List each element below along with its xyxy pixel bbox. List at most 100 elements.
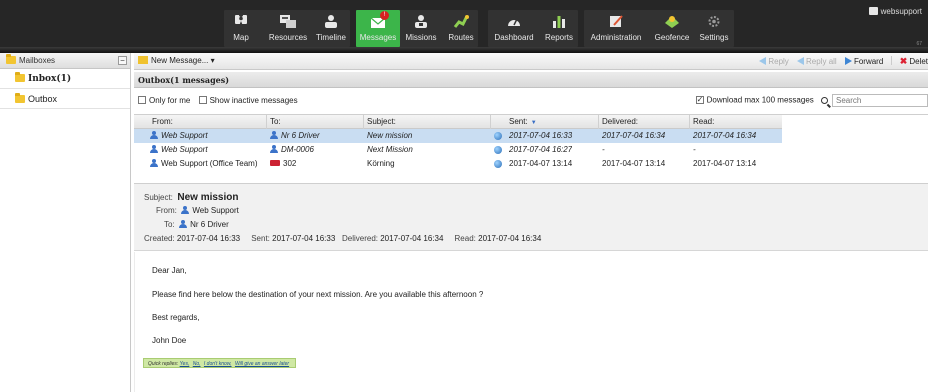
filter-bar: Only for me Show inactive messages Downl… [134, 91, 928, 111]
geofence-icon [665, 16, 679, 28]
reply-all-label: Reply all [806, 57, 837, 66]
user-menu[interactable]: websupport 67 [868, 7, 922, 47]
sent-value: 2017-07-04 16:33 [272, 234, 336, 243]
created-value: 2017-07-04 16:33 [176, 234, 241, 243]
download-max-label: Download max 100 messages [706, 95, 814, 105]
nav-label: Reports [544, 33, 573, 42]
delete-label: Delet [909, 57, 928, 66]
sent-header-label: Sent: [509, 117, 528, 126]
reply-all-icon [797, 57, 805, 65]
team-icon [150, 159, 158, 167]
folder-icon [6, 54, 16, 64]
sent-label: Sent: [251, 234, 270, 243]
nav-routes[interactable]: Routes [444, 10, 478, 47]
column-header-to[interactable]: To: [270, 115, 281, 129]
table-row[interactable]: Web Support Nr 6 Driver New mission 2017… [134, 129, 782, 143]
cell-read: 2017-04-07 13:14 [693, 159, 757, 168]
sidebar-item-label: Outbox [28, 94, 58, 104]
quick-reply-later[interactable]: Will give an answer later [235, 361, 289, 367]
quick-reply-no[interactable]: No, [193, 361, 201, 367]
only-for-me-checkbox[interactable] [138, 96, 146, 104]
download-max-checkbox[interactable] [695, 95, 704, 104]
show-inactive-checkbox[interactable] [198, 96, 207, 104]
table-row[interactable]: Web Support (Office Team) 302 Körning 20… [134, 157, 782, 171]
nav-group-analytics: Dashboard Reports [488, 10, 578, 47]
nav-map[interactable]: Map [224, 10, 258, 47]
unread-badge: ! [380, 11, 389, 20]
body-line-content: Please find here below the destination o… [152, 290, 484, 299]
from-label: From: [156, 206, 177, 215]
username: websupport [880, 7, 922, 16]
mailbox-sidebar: Mailboxes − Inbox(1) Outbox [0, 53, 131, 392]
read-label: Read: [454, 234, 476, 243]
delivered-value: 2017-07-04 16:34 [380, 234, 444, 243]
new-message-button[interactable]: New Message... ▾ [138, 56, 215, 65]
folder-icon [15, 93, 25, 103]
cell-subject: Körning [367, 159, 395, 168]
table-header-row: From: To: Subject: Sent: ▼ Delivered: Rea… [134, 115, 782, 129]
quick-reply-yes[interactable]: Yes, [180, 361, 190, 367]
sidebar-item-label: Inbox(1) [28, 74, 72, 84]
nav-label: Messages [359, 33, 397, 42]
delete-button[interactable]: ✖ Delet [900, 56, 928, 67]
nav-group-admin: Administration Geofence Settings [584, 10, 734, 47]
quick-replies-label: Quick replies: [148, 361, 179, 367]
nav-administration[interactable]: Administration [584, 10, 648, 47]
subject-value: New mission [177, 192, 239, 203]
nav-reports[interactable]: Reports [542, 10, 576, 47]
quick-reply-dont-know[interactable]: I don't know, [204, 361, 232, 367]
message-table: From: To: Subject: Sent: ▼ Delivered: Rea… [134, 114, 928, 184]
reply-button[interactable]: Reply [759, 57, 789, 66]
compose-icon [138, 56, 148, 64]
map-pin-icon [235, 13, 247, 29]
cell-sent: 2017-07-04 16:33 [509, 131, 573, 140]
sidebar-item-inbox[interactable]: Inbox(1) [0, 69, 130, 89]
created-label: Created: [144, 234, 175, 243]
cell-from: Web Support [150, 129, 208, 143]
nav-settings[interactable]: Settings [696, 10, 732, 47]
column-header-from[interactable]: From: [152, 115, 173, 129]
nav-geofence[interactable]: Geofence [650, 10, 694, 47]
vehicle-icon [270, 160, 280, 166]
only-for-me-label: Only for me [149, 96, 191, 105]
column-divider [598, 115, 599, 129]
forward-button[interactable]: Forward [844, 57, 883, 66]
message-toolbar: New Message... ▾ Reply Reply all Forward… [134, 53, 928, 70]
nav-label: Administration [590, 33, 642, 42]
sidebar-item-outbox[interactable]: Outbox [0, 89, 130, 109]
resources-icon [280, 15, 296, 28]
nav-label: Dashboard [494, 33, 534, 42]
nav-messages[interactable]: ! Messages [356, 10, 400, 47]
delete-icon: ✖ [899, 56, 908, 66]
column-header-subject[interactable]: Subject: [367, 115, 396, 129]
collapse-icon[interactable]: − [118, 56, 127, 65]
cell-from: Web Support [150, 143, 208, 157]
nav-timeline[interactable]: Timeline [312, 10, 350, 47]
cell-delivered: - [602, 145, 605, 154]
column-header-delivered[interactable]: Delivered: [602, 115, 638, 129]
globe-icon [494, 132, 502, 140]
cell-to: 302 [270, 157, 296, 171]
reply-all-button[interactable]: Reply all [797, 57, 837, 66]
admin-icon [610, 15, 623, 27]
cell-delivered: 2017-04-07 13:14 [602, 159, 666, 168]
column-header-read[interactable]: Read: [693, 115, 714, 129]
toolbar-divider [890, 56, 892, 65]
nav-label: Map [233, 33, 249, 42]
person-icon [150, 131, 158, 139]
nav-resources[interactable]: Resources [266, 10, 310, 47]
show-inactive-label: Show inactive messages [209, 96, 298, 105]
column-divider [490, 115, 491, 129]
nav-label: Routes [448, 33, 474, 42]
nav-dashboard[interactable]: Dashboard [490, 10, 538, 47]
folder-icon [15, 72, 25, 82]
to-label: To: [164, 220, 175, 229]
preview-subject: Subject: New mission [144, 192, 239, 203]
cell-to: Nr 6 Driver [270, 129, 320, 143]
nav-missions[interactable]: Missions [402, 10, 440, 47]
table-row[interactable]: Web Support DM-0006 Next Mission 2017-07… [134, 143, 782, 157]
column-header-sent[interactable]: Sent: ▼ [509, 115, 537, 130]
body-line-signature: John Doe [152, 336, 187, 345]
search-input[interactable] [832, 94, 928, 107]
cell-from-text: Web Support (Office Team) [161, 159, 258, 168]
